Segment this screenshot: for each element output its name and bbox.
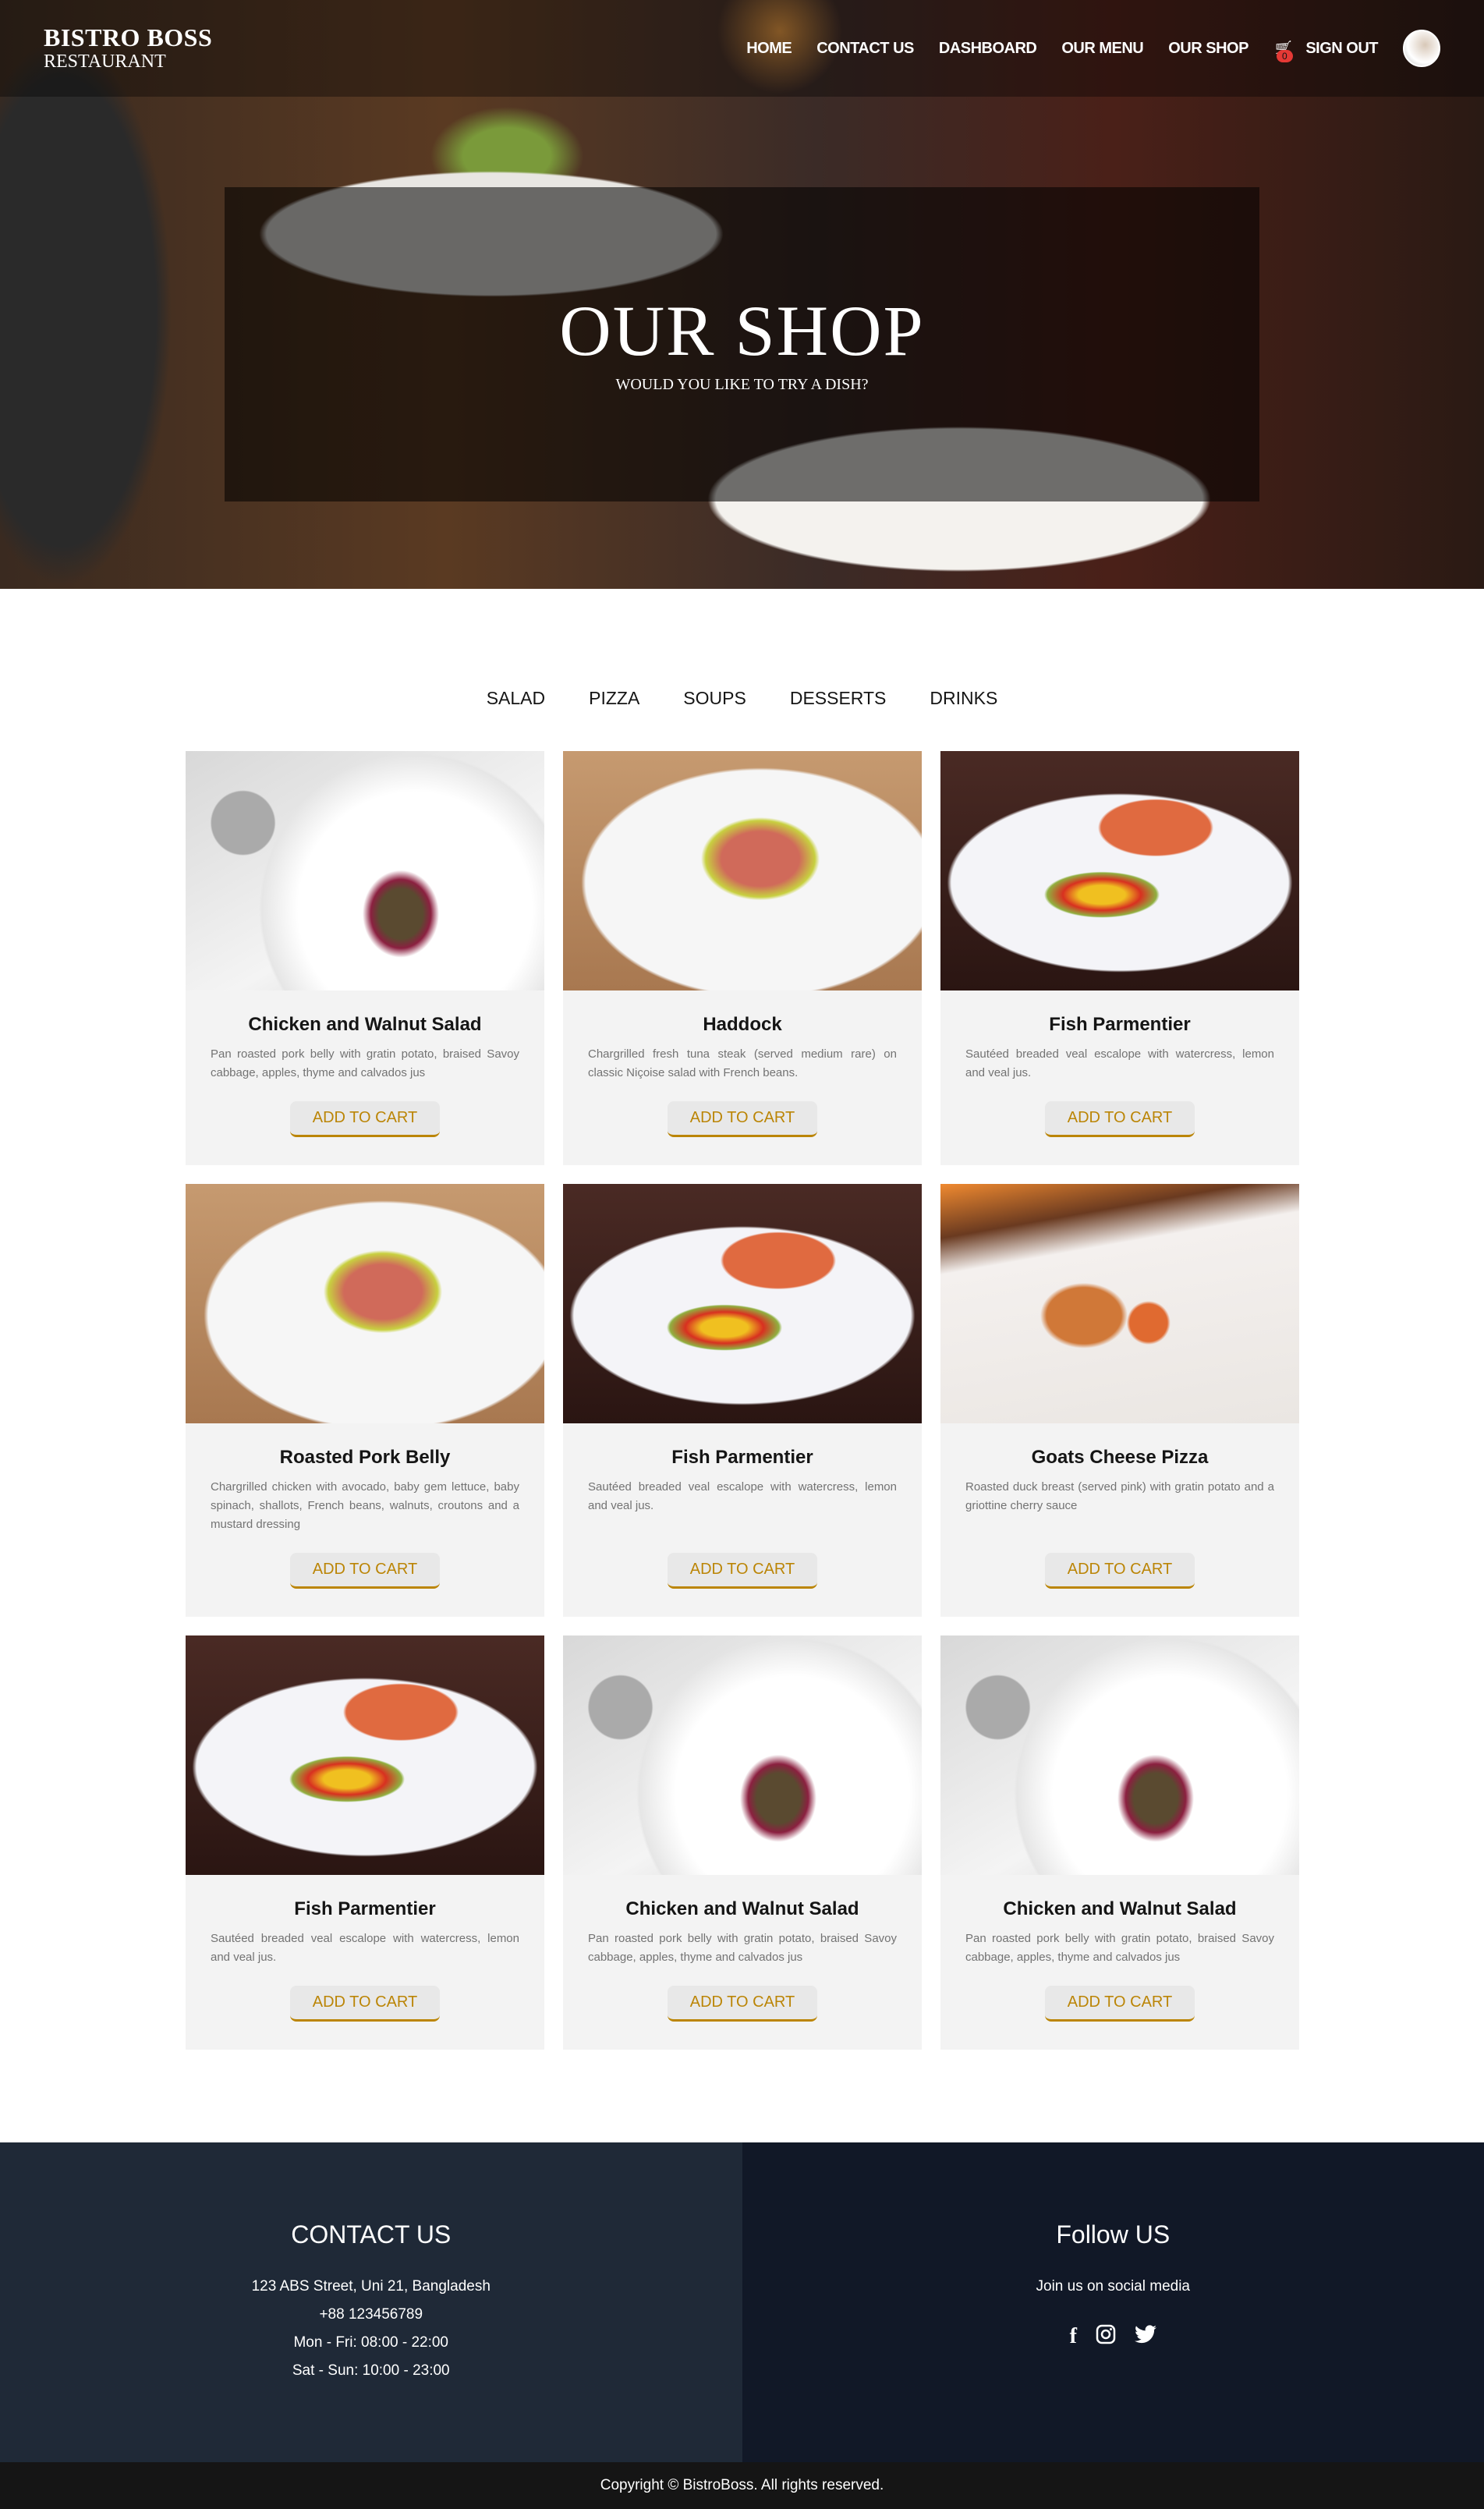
follow-title: Follow US (1056, 2220, 1171, 2249)
add-to-cart-button[interactable]: ADD TO CART (668, 1553, 817, 1589)
nav-contact-us[interactable]: CONTACT US (816, 40, 914, 58)
product-description: Pan roasted pork belly with gratin potat… (211, 1047, 519, 1079)
product-card: Roasted Pork Belly Chargrilled chicken w… (186, 1184, 544, 1617)
sign-out-button[interactable]: SIGN OUT (1305, 40, 1378, 58)
nav-home[interactable]: HOME (746, 40, 792, 58)
nav-our-menu[interactable]: OUR MENU (1061, 40, 1143, 58)
product-name: Haddock (703, 1014, 782, 1035)
product-card: Haddock Chargrilled fresh tuna steak (se… (563, 751, 922, 1165)
user-avatar[interactable] (1403, 30, 1440, 67)
product-card: Chicken and Walnut Salad Pan roasted por… (563, 1635, 922, 2050)
tab-soups[interactable]: SOUPS (683, 688, 746, 709)
logo-subtitle: RESTAURANT (44, 51, 166, 73)
product-card: Chicken and Walnut Salad Pan roasted por… (940, 1635, 1299, 2050)
product-description: Pan roasted pork belly with gratin potat… (965, 1932, 1274, 1964)
product-name: Goats Cheese Pizza (1031, 1447, 1209, 1468)
product-description: Pan roasted pork belly with gratin potat… (588, 1932, 897, 1964)
footer-follow: Follow US Join us on social media f (742, 2142, 1484, 2462)
twitter-icon[interactable] (1134, 2324, 1156, 2350)
contact-phone: +88 123456789 (319, 2306, 423, 2323)
product-card: Fish Parmentier Sautéed breaded veal esc… (563, 1184, 922, 1617)
facebook-icon[interactable]: f (1070, 2324, 1077, 2350)
logo[interactable]: BISTRO BOSS RESTAURANT (44, 24, 212, 73)
add-to-cart-button[interactable]: ADD TO CART (1045, 1553, 1195, 1589)
add-to-cart-button[interactable]: ADD TO CART (290, 1986, 440, 2022)
logo-title: BISTRO BOSS (44, 23, 213, 52)
add-to-cart-button[interactable]: ADD TO CART (290, 1101, 440, 1137)
product-image (186, 751, 544, 990)
tab-pizza[interactable]: PIZZA (589, 688, 639, 709)
product-image (940, 1184, 1299, 1423)
product-image (940, 751, 1299, 990)
tab-salad[interactable]: SALAD (487, 688, 545, 709)
product-description: Roasted duck breast (served pink) with g… (965, 1480, 1274, 1512)
cart-count-badge: 0 (1276, 49, 1293, 62)
contact-address: 123 ABS Street, Uni 21, Bangladesh (251, 2278, 491, 2295)
add-to-cart-button[interactable]: ADD TO CART (668, 1986, 817, 2022)
cart-button[interactable]: 🛒︎ 0 (1273, 39, 1293, 62)
product-name: Roasted Pork Belly (279, 1447, 451, 1468)
category-tabs: SALAD PIZZA SOUPS DESSERTS DRINKS (0, 688, 1484, 709)
add-to-cart-button[interactable]: ADD TO CART (290, 1553, 440, 1589)
product-description: Sautéed breaded veal escalope with water… (588, 1480, 897, 1512)
product-image (186, 1635, 544, 1875)
tab-desserts[interactable]: DESSERTS (790, 688, 887, 709)
product-card: Goats Cheese Pizza Roasted duck breast (… (940, 1184, 1299, 1617)
footer: CONTACT US 123 ABS Street, Uni 21, Bangl… (0, 2142, 1484, 2462)
page-title: OUR SHOP (559, 291, 925, 370)
instagram-icon[interactable] (1096, 2324, 1116, 2350)
follow-text: Join us on social media (1036, 2278, 1191, 2295)
product-image (563, 1184, 922, 1423)
tab-drinks[interactable]: DRINKS (930, 688, 997, 709)
hero-banner: BISTRO BOSS RESTAURANT HOME CONTACT US D… (0, 0, 1484, 589)
product-image (563, 751, 922, 990)
footer-contact: CONTACT US 123 ABS Street, Uni 21, Bangl… (0, 2142, 742, 2462)
page-subtitle: WOULD YOU LIKE TO TRY A DISH? (615, 376, 869, 393)
product-image (940, 1635, 1299, 1875)
product-description: Sautéed breaded veal escalope with water… (211, 1932, 519, 1964)
product-image (563, 1635, 922, 1875)
product-name: Fish Parmentier (671, 1447, 813, 1468)
product-name: Fish Parmentier (294, 1898, 436, 1919)
product-name: Chicken and Walnut Salad (248, 1014, 482, 1035)
product-card: Fish Parmentier Sautéed breaded veal esc… (940, 751, 1299, 1165)
nav-dashboard[interactable]: DASHBOARD (939, 40, 1037, 58)
product-name: Chicken and Walnut Salad (1003, 1898, 1237, 1919)
product-card: Chicken and Walnut Salad Pan roasted por… (186, 751, 544, 1165)
product-description: Sautéed breaded veal escalope with water… (965, 1047, 1274, 1079)
product-name: Chicken and Walnut Salad (625, 1898, 859, 1919)
hero-overlay: OUR SHOP WOULD YOU LIKE TO TRY A DISH? (225, 187, 1259, 501)
add-to-cart-button[interactable]: ADD TO CART (1045, 1986, 1195, 2022)
product-image (186, 1184, 544, 1423)
nav-our-shop[interactable]: OUR SHOP (1168, 40, 1248, 58)
product-description: Chargrilled fresh tuna steak (served med… (588, 1047, 897, 1079)
product-grid: Chicken and Walnut Salad Pan roasted por… (186, 751, 1299, 2050)
add-to-cart-button[interactable]: ADD TO CART (1045, 1101, 1195, 1137)
product-name: Fish Parmentier (1049, 1014, 1191, 1035)
add-to-cart-button[interactable]: ADD TO CART (668, 1101, 817, 1137)
navbar: BISTRO BOSS RESTAURANT HOME CONTACT US D… (0, 0, 1484, 97)
product-card: Fish Parmentier Sautéed breaded veal esc… (186, 1635, 544, 2050)
copyright: Copyright © BistroBoss. All rights reser… (0, 2462, 1484, 2509)
contact-title: CONTACT US (291, 2220, 452, 2249)
product-description: Chargrilled chicken with avocado, baby g… (211, 1480, 519, 1531)
contact-hours-weekday: Mon - Fri: 08:00 - 22:00 (293, 2334, 449, 2351)
contact-hours-weekend: Sat - Sun: 10:00 - 23:00 (292, 2362, 450, 2379)
